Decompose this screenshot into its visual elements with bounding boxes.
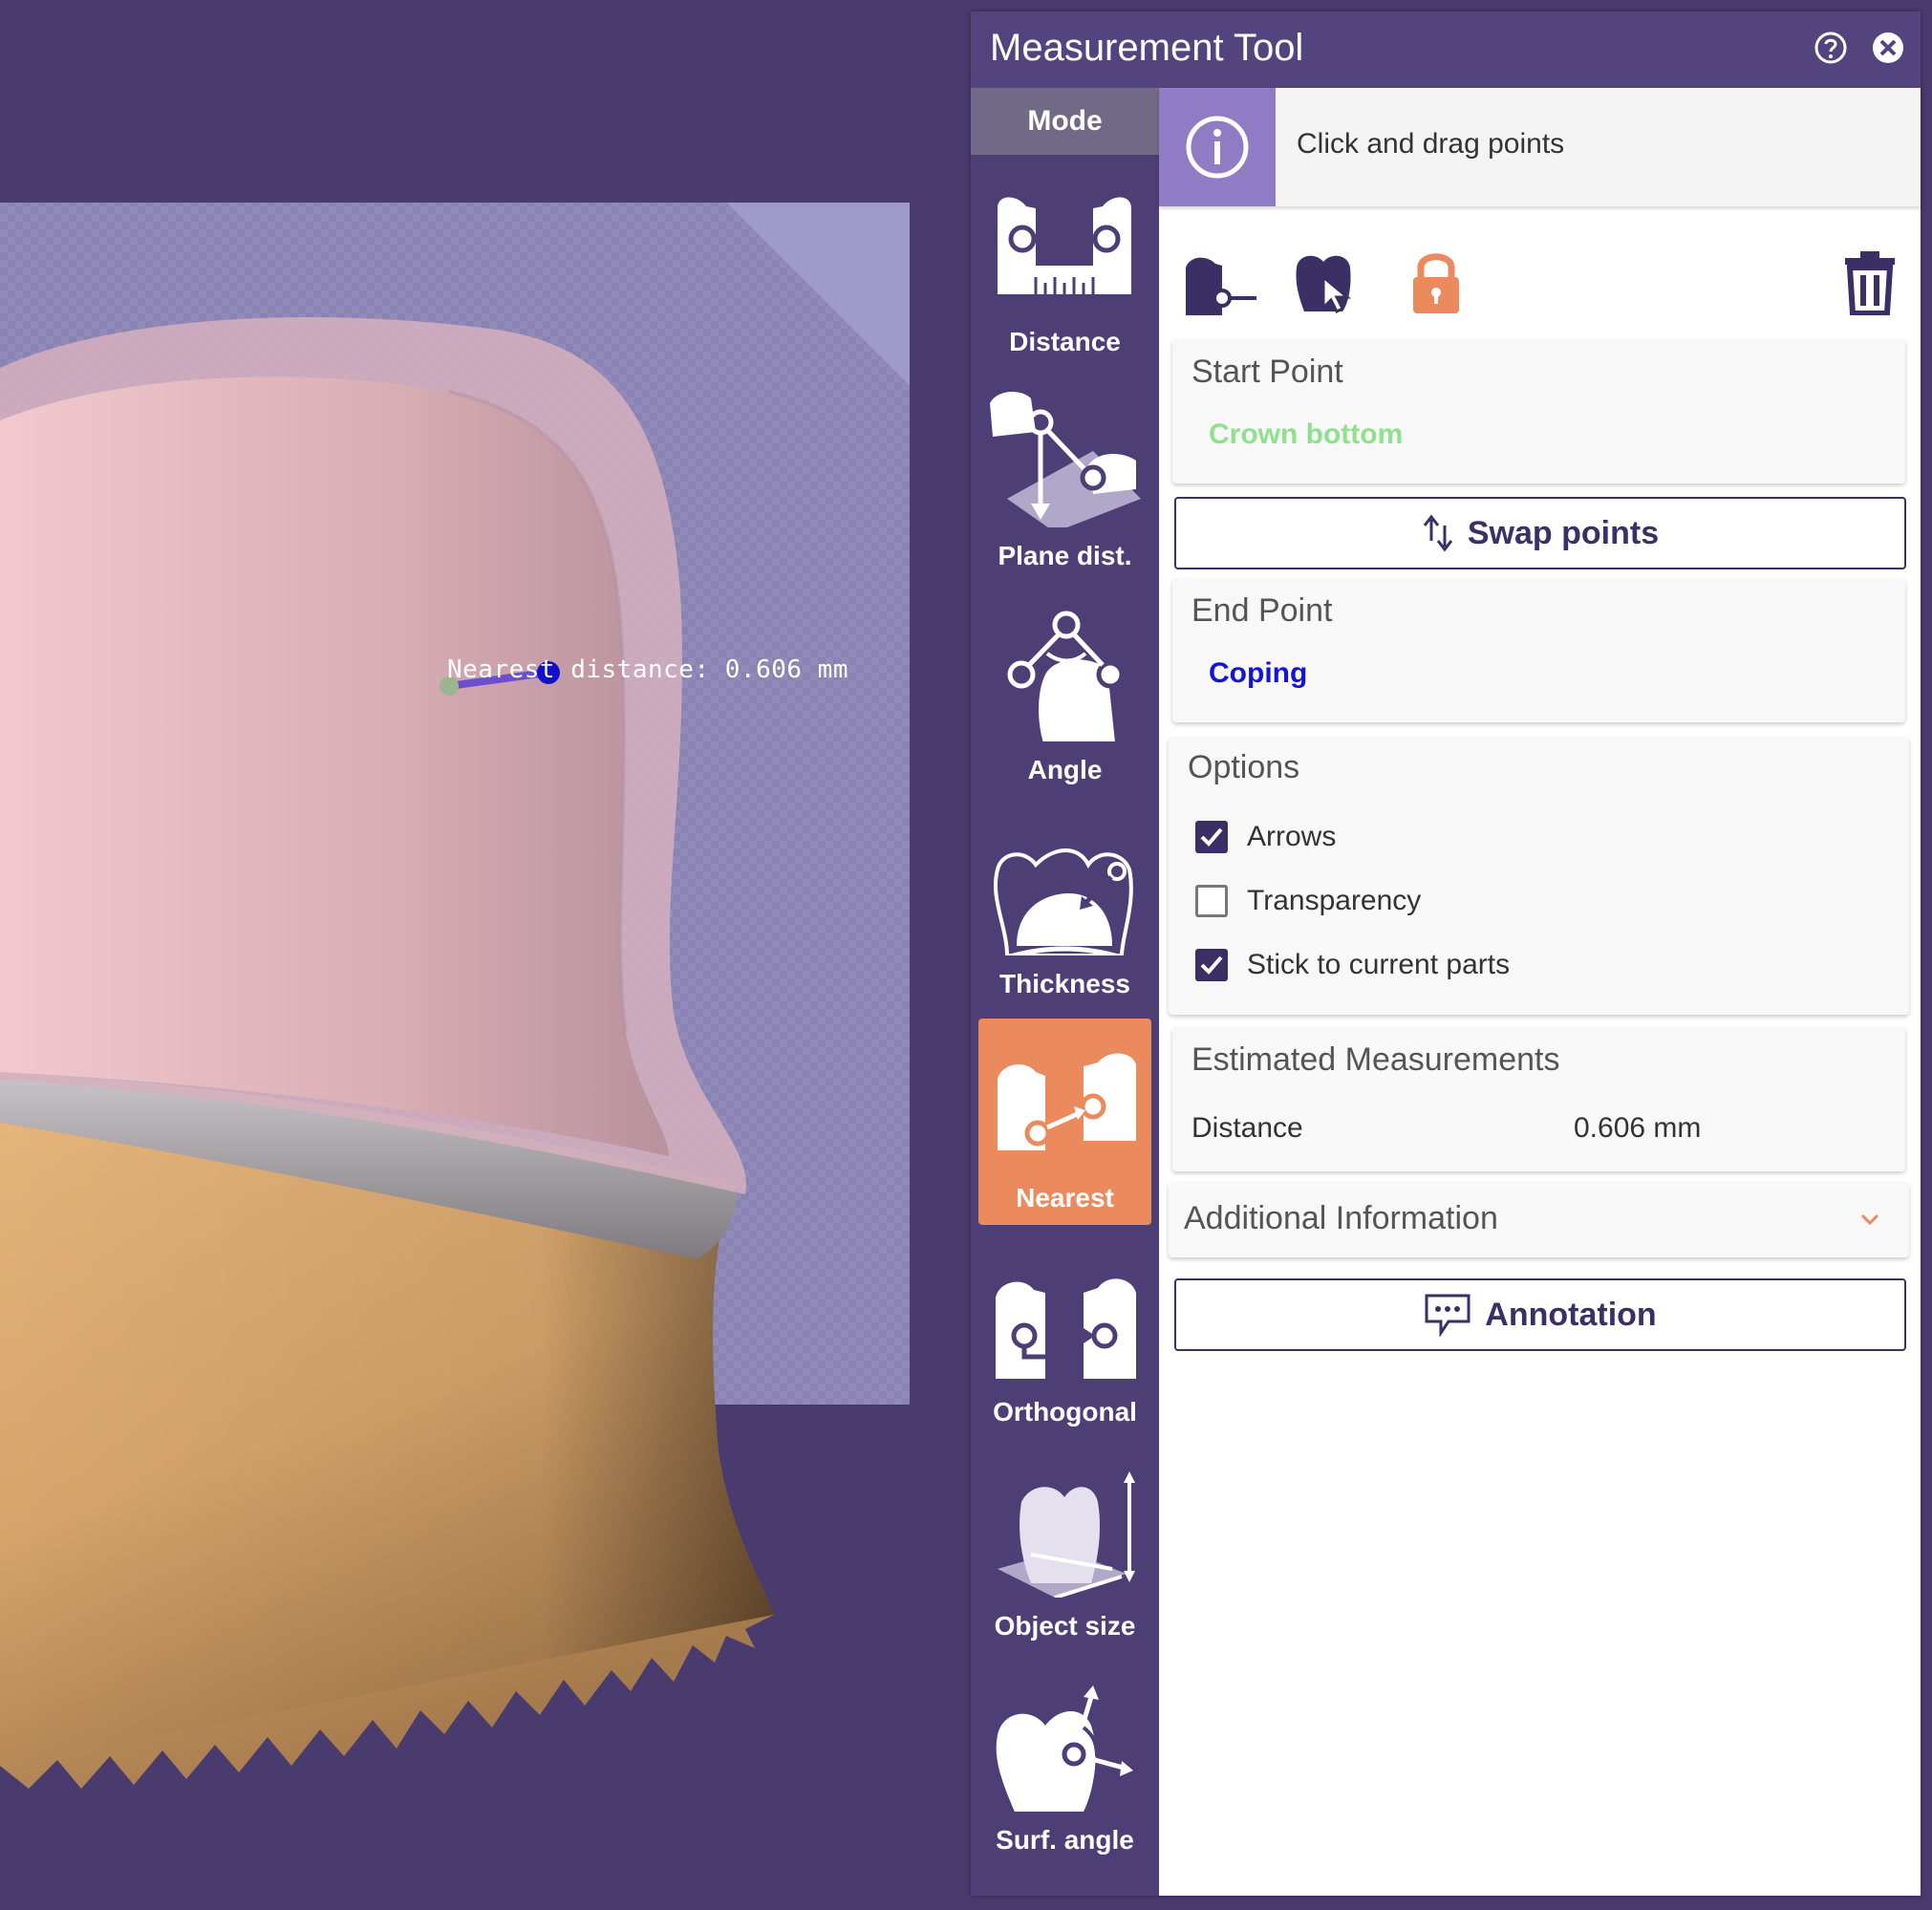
help-circle-icon[interactable] bbox=[1814, 31, 1848, 65]
estimated-title: Estimated Measurements bbox=[1191, 1041, 1560, 1078]
start-point-title: Start Point bbox=[1191, 354, 1343, 390]
swap-arrows-icon bbox=[1423, 514, 1453, 552]
3d-viewport[interactable]: Nearest distance: 0.606 mm bbox=[0, 0, 971, 1910]
checkmark-icon bbox=[1200, 955, 1223, 975]
dental-model-render[interactable] bbox=[0, 0, 971, 1910]
panel-content: Click and drag points Start Point Crown … bbox=[1159, 88, 1921, 1896]
end-point-title: End Point bbox=[1191, 592, 1333, 629]
info-bar: Click and drag points bbox=[1159, 88, 1921, 206]
mode-label: Angle bbox=[1027, 755, 1103, 784]
mode-angle-button[interactable]: Angle bbox=[978, 590, 1151, 797]
panel-title: Measurement Tool bbox=[990, 27, 1304, 69]
mode-label: Nearest bbox=[1016, 1183, 1114, 1213]
additional-information-accordion[interactable]: Additional Information bbox=[1169, 1183, 1909, 1257]
mode-distance-button[interactable]: Distance bbox=[978, 162, 1151, 369]
orthogonal-icon bbox=[996, 1278, 1136, 1379]
end-point-value: Coping bbox=[1209, 657, 1308, 689]
plane-distance-icon bbox=[990, 392, 1141, 527]
mode-label: Plane dist. bbox=[998, 541, 1132, 570]
mode-thickness-button[interactable]: Thickness bbox=[978, 805, 1151, 1011]
measurement-label: Nearest distance: 0.606 mm bbox=[447, 655, 848, 684]
option-arrows[interactable]: Arrows bbox=[1195, 818, 1336, 856]
start-point-card: Start Point Crown bottom bbox=[1172, 340, 1905, 483]
transparency-checkbox[interactable] bbox=[1195, 885, 1228, 917]
info-text: Click and drag points bbox=[1297, 128, 1565, 160]
mode-plane-distance-button[interactable]: Plane dist. bbox=[978, 376, 1151, 583]
mode-header: Mode bbox=[971, 88, 1159, 155]
mode-orthogonal-button[interactable]: Orthogonal bbox=[978, 1233, 1151, 1439]
nearest-icon bbox=[998, 1053, 1136, 1150]
measurement-name: Distance bbox=[1191, 1112, 1303, 1144]
mode-surface-angle-button[interactable]: Surf. angle bbox=[978, 1661, 1151, 1867]
stick-checkbox[interactable] bbox=[1195, 949, 1228, 981]
additional-title: Additional Information bbox=[1184, 1200, 1498, 1236]
option-label: Arrows bbox=[1247, 821, 1337, 852]
option-label: Transparency bbox=[1247, 885, 1422, 916]
chevron-down-icon bbox=[1860, 1213, 1879, 1226]
start-point-value: Crown bottom bbox=[1209, 418, 1404, 450]
mode-label: Orthogonal bbox=[993, 1397, 1137, 1427]
option-stick-to-parts[interactable]: Stick to current parts bbox=[1195, 946, 1510, 984]
annotation-button[interactable]: Annotation bbox=[1174, 1278, 1906, 1351]
options-card: Options Arrows Transparency Stick to cur… bbox=[1169, 738, 1909, 1015]
thickness-icon bbox=[993, 848, 1133, 955]
object-size-icon bbox=[998, 1471, 1135, 1598]
estimated-measurements-card: Estimated Measurements Distance 0.606 mm bbox=[1172, 1028, 1905, 1171]
mode-label: Surf. angle bbox=[996, 1825, 1134, 1855]
arrows-checkbox[interactable] bbox=[1195, 821, 1228, 853]
distance-icon bbox=[998, 197, 1131, 294]
mode-column: Mode Distance Plane dist. Angle Thicknes… bbox=[971, 88, 1159, 1896]
swap-points-button[interactable]: Swap points bbox=[1174, 497, 1906, 569]
comment-icon bbox=[1425, 1294, 1470, 1337]
option-transparency[interactable]: Transparency bbox=[1195, 882, 1421, 920]
info-icon bbox=[1186, 116, 1249, 179]
options-title: Options bbox=[1188, 749, 1300, 785]
set-point-icon[interactable] bbox=[1182, 248, 1258, 315]
surface-angle-icon bbox=[996, 1685, 1133, 1812]
measurement-tool-panel: Measurement Tool Mode Distance Plane dis… bbox=[971, 11, 1921, 1896]
mode-object-size-button[interactable]: Object size bbox=[978, 1447, 1151, 1653]
panel-titlebar[interactable]: Measurement Tool bbox=[971, 11, 1921, 88]
option-label: Stick to current parts bbox=[1247, 949, 1511, 980]
info-icon-box bbox=[1159, 88, 1276, 206]
mode-label: Object size bbox=[994, 1611, 1136, 1641]
trash-icon[interactable] bbox=[1843, 248, 1897, 315]
angle-icon bbox=[1007, 611, 1125, 741]
close-circle-icon[interactable] bbox=[1871, 31, 1905, 65]
mode-nearest-button[interactable]: Nearest bbox=[978, 1019, 1151, 1225]
measurement-value: 0.606 mm bbox=[1574, 1112, 1702, 1144]
mode-label: Thickness bbox=[999, 969, 1130, 998]
pick-object-icon[interactable] bbox=[1293, 248, 1360, 315]
lock-icon[interactable] bbox=[1409, 248, 1463, 315]
end-point-card: End Point Coping bbox=[1172, 579, 1905, 722]
crown-body bbox=[0, 376, 669, 1156]
checkmark-icon bbox=[1200, 827, 1223, 847]
annotation-label: Annotation bbox=[1485, 1296, 1657, 1333]
mode-label: Distance bbox=[1009, 327, 1121, 356]
swap-points-label: Swap points bbox=[1467, 514, 1660, 551]
